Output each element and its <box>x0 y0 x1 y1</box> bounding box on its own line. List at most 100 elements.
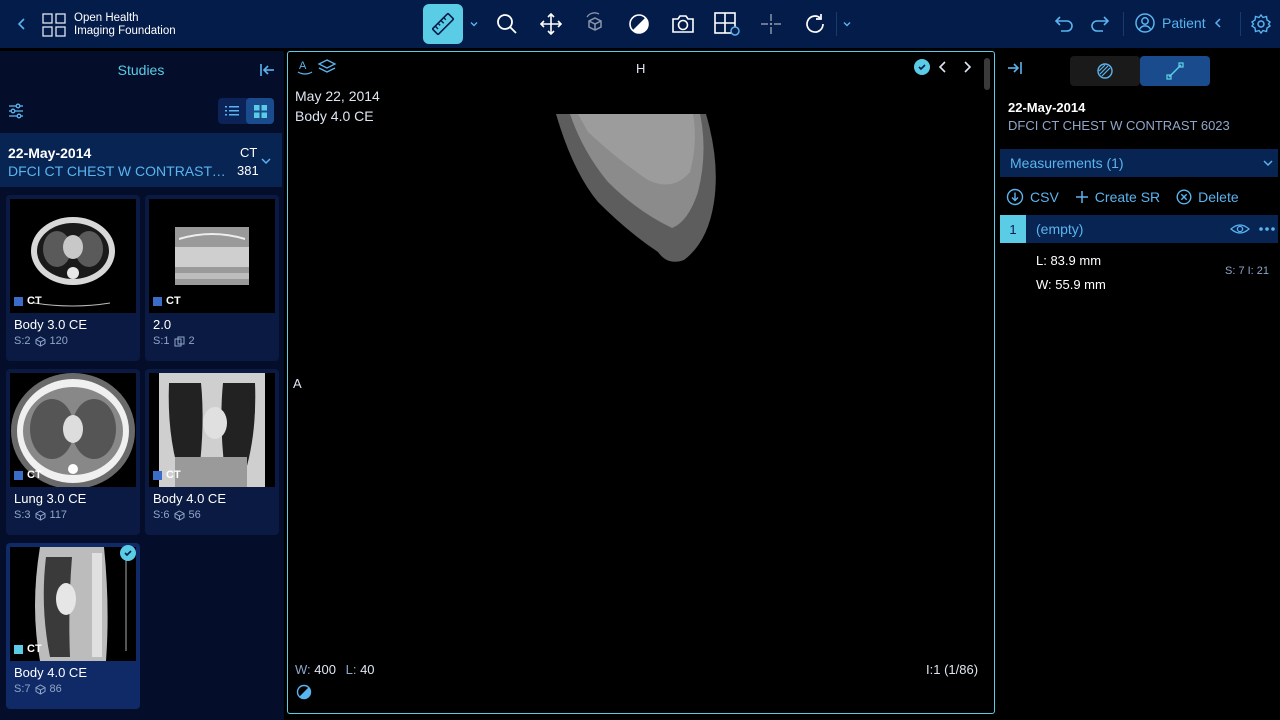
patient-info-button[interactable]: Patient <box>1134 12 1224 34</box>
series-modality-badge: CT <box>153 295 181 307</box>
layout-grid-icon <box>714 12 740 36</box>
patient-icon <box>1135 13 1155 33</box>
pan-icon <box>539 12 563 36</box>
measurement-length: L: 83.9 mm <box>1036 253 1102 268</box>
more-tools-chevron-icon[interactable] <box>841 16 853 32</box>
series-thumbnail[interactable]: CT Lung 3.0 CE S:3 117 <box>6 369 140 535</box>
create-sr-button[interactable]: Create SR <box>1075 188 1160 206</box>
measurement-study-description: DFCI CT CHEST W CONTRAST 6023 <box>1008 118 1230 133</box>
logo-line1: Open Health <box>74 12 139 24</box>
image-index-readout: I:1 (1/86) <box>926 662 979 677</box>
grid-view-icon[interactable] <box>246 98 274 124</box>
pan-tool-button[interactable] <box>531 4 571 44</box>
series-name: Body 3.0 CE <box>14 317 87 332</box>
measurement-label: (empty) <box>1036 221 1084 237</box>
reset-tool-button[interactable] <box>795 4 835 44</box>
series-meta: S:7 86 <box>14 683 62 695</box>
crosshairs-tool-button[interactable] <box>751 4 791 44</box>
delete-button[interactable]: Delete <box>1176 188 1239 206</box>
settings-button[interactable] <box>1243 4 1279 44</box>
ruler-icon <box>432 13 454 35</box>
tab-segmentation[interactable] <box>1070 56 1140 86</box>
layout-tool-button[interactable] <box>707 4 747 44</box>
stack-icon <box>35 509 46 521</box>
orientation-top-label: H <box>636 61 646 76</box>
selected-check-icon <box>120 545 136 561</box>
window-level-icon <box>629 14 649 34</box>
redo-button[interactable] <box>1080 4 1120 44</box>
more-options-icon[interactable] <box>1258 221 1276 237</box>
series-modality-badge: CT <box>14 469 42 481</box>
eye-icon[interactable] <box>1230 221 1250 237</box>
toolbar-separator <box>836 12 837 36</box>
rotate-3d-icon <box>586 12 602 31</box>
capture-tool-button[interactable] <box>663 4 703 44</box>
measurement-row[interactable]: 1 (empty) <box>1000 215 1278 243</box>
series-meta: S:6 56 <box>153 509 201 521</box>
tracked-check-icon[interactable] <box>914 59 930 75</box>
svg-text:A: A <box>299 60 307 72</box>
studies-panel: Studies 22-May-2014 DFCI CT CHEST W CONT… <box>0 51 284 720</box>
layers-icon[interactable] <box>317 58 337 76</box>
viewport-scrollbar[interactable] <box>984 58 990 90</box>
series-name: Body 4.0 CE <box>153 491 226 506</box>
chevron-left-icon <box>1214 18 1221 28</box>
panel-tabs <box>1070 56 1210 86</box>
ohif-logo: Open Health Imaging Foundation <box>42 12 176 38</box>
measurements-title: Measurements (1) <box>1010 155 1124 171</box>
orientation-left-label: A <box>293 376 302 391</box>
series-meta: S:3 117 <box>14 509 68 521</box>
back-chevron-icon[interactable] <box>12 14 32 34</box>
orientation-marker-icon[interactable]: A <box>296 58 314 76</box>
collapse-right-panel-icon[interactable] <box>1006 59 1024 77</box>
study-item[interactable]: 22-May-2014 DFCI CT CHEST W CONTRAST 6..… <box>0 133 282 187</box>
series-modality-badge: CT <box>14 295 42 307</box>
measurement-line-icon <box>1166 62 1184 80</box>
window-level-readout: W: 400 L: 40 <box>295 662 375 677</box>
next-chevron-icon[interactable] <box>960 59 974 75</box>
measurement-slice-info: S: 7 I: 21 <box>1225 265 1270 277</box>
studies-header: Studies <box>0 51 284 87</box>
segmentation-icon <box>1097 63 1113 79</box>
series-meta: S:2 120 <box>14 335 68 347</box>
chevron-down-icon[interactable] <box>260 155 272 167</box>
window-level-tool-button[interactable] <box>619 4 659 44</box>
image-viewport[interactable]: A H A May 22, 2014 Body 4.0 CE W: 400 L:… <box>287 51 995 714</box>
tab-measurements[interactable] <box>1140 56 1210 86</box>
rotate-3d-tool-button[interactable] <box>575 4 615 44</box>
reset-icon <box>806 14 824 33</box>
series-thumbnail[interactable]: CT Body 3.0 CE S:2 120 <box>6 195 140 361</box>
measurement-study-date: 22-May-2014 <box>1008 100 1086 115</box>
top-toolbar: Open Health Imaging Foundation Patient <box>0 0 1280 48</box>
series-thumbnail[interactable]: CT Body 4.0 CE S:6 56 <box>145 369 279 535</box>
measurement-width: W: 55.9 mm <box>1036 277 1106 292</box>
list-view-icon[interactable] <box>218 98 246 124</box>
series-thumbnail-selected[interactable]: CT Body 4.0 CE S:7 86 <box>6 543 140 709</box>
logo-grid-icon <box>42 13 66 37</box>
measure-tool-button[interactable] <box>423 4 463 44</box>
collapse-left-panel-icon[interactable] <box>258 61 276 79</box>
stack-icon <box>35 683 46 695</box>
studies-toolbar <box>0 91 284 131</box>
zoom-tool-button[interactable] <box>487 4 527 44</box>
series-thumbnail[interactable]: CT 2.0 S:1 2 <box>145 195 279 361</box>
filter-settings-icon[interactable] <box>7 102 25 120</box>
download-icon <box>1006 188 1024 206</box>
measure-dropdown-chevron-icon[interactable] <box>468 16 480 32</box>
patient-label: Patient <box>1162 15 1206 31</box>
measurements-panel: 22-May-2014 DFCI CT CHEST W CONTRAST 602… <box>998 51 1280 720</box>
stack-icon <box>174 509 185 521</box>
window-level-preset-icon[interactable] <box>296 684 312 700</box>
export-csv-button[interactable]: CSV <box>1006 188 1059 206</box>
viewport-study-date: May 22, 2014 <box>295 88 380 104</box>
viewport-series-name: Body 4.0 CE <box>295 108 374 124</box>
previous-chevron-icon[interactable] <box>936 59 950 75</box>
chevron-down-icon <box>1262 157 1274 169</box>
studies-title[interactable]: Studies <box>0 62 282 78</box>
series-meta: S:1 2 <box>153 335 195 347</box>
undo-button[interactable] <box>1044 4 1084 44</box>
measurements-header[interactable]: Measurements (1) <box>1000 149 1278 177</box>
camera-icon <box>672 15 694 33</box>
study-date: 22-May-2014 <box>8 145 92 161</box>
crosshairs-icon <box>761 14 781 34</box>
